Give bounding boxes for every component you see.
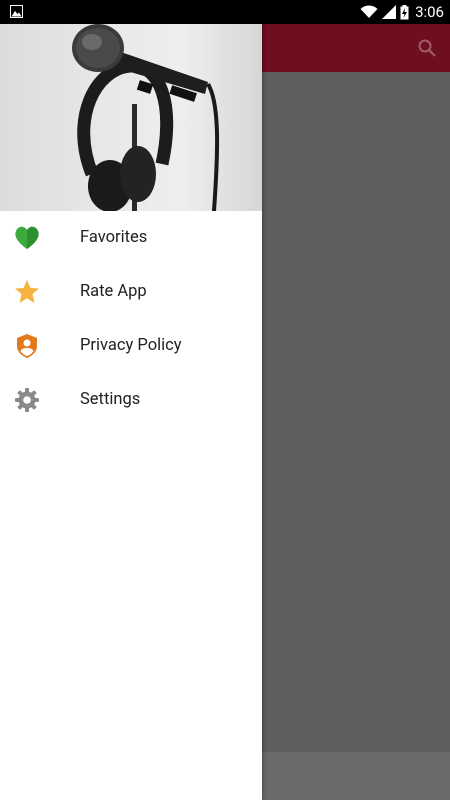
- gallery-notification-icon: [10, 5, 23, 18]
- search-icon[interactable]: [417, 38, 437, 58]
- status-time: 3:06: [415, 3, 444, 21]
- navigation-drawer: Favorites Rate App Privacy Policy Settin…: [0, 24, 262, 800]
- menu-label-settings: Settings: [80, 390, 141, 409]
- menu-item-rate-app[interactable]: Rate App: [0, 265, 262, 319]
- drawer-menu: Favorites Rate App Privacy Policy Settin…: [0, 211, 262, 427]
- battery-charging-icon: [400, 4, 409, 19]
- wifi-icon: [360, 5, 378, 18]
- star-icon: [15, 280, 39, 303]
- heart-icon: [15, 226, 39, 249]
- drawer-header-image: [0, 24, 262, 211]
- menu-label-privacy-policy: Privacy Policy: [80, 336, 182, 355]
- signal-icon: [382, 5, 397, 19]
- menu-label-favorites: Favorites: [80, 228, 148, 247]
- status-bar: 3:06: [0, 0, 450, 24]
- menu-item-settings[interactable]: Settings: [0, 373, 262, 427]
- microphone-headphones-image: [72, 24, 220, 211]
- gear-icon: [15, 388, 39, 412]
- menu-item-privacy-policy[interactable]: Privacy Policy: [0, 319, 262, 373]
- menu-label-rate-app: Rate App: [80, 282, 147, 301]
- menu-item-favorites[interactable]: Favorites: [0, 211, 262, 265]
- shield-user-icon: [17, 334, 37, 358]
